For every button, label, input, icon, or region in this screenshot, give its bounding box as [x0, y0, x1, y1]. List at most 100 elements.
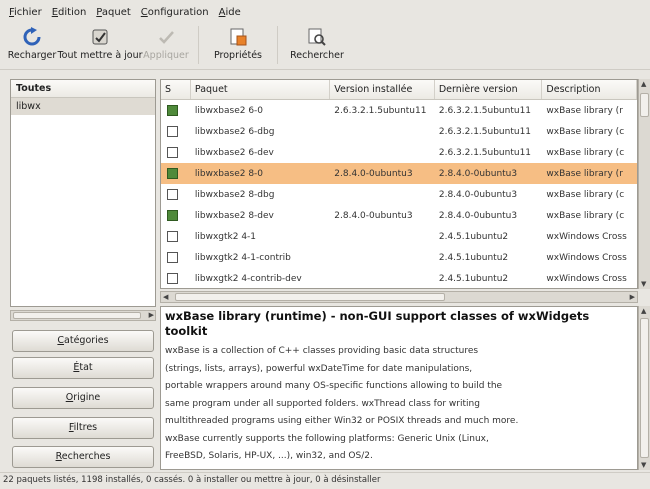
package-name-cell: libwxbase2 6-dev	[194, 147, 274, 158]
column-header-package[interactable]: Paquet	[191, 80, 331, 99]
package-table-hscrollbar[interactable]: ◀ ▶	[160, 291, 638, 303]
searches-button[interactable]: Recherches	[12, 446, 154, 468]
description-cell: wxWindows Cross	[546, 273, 627, 284]
scrollbar-thumb[interactable]	[640, 93, 649, 117]
package-table-vscrollbar[interactable]: ▲ ▼	[638, 79, 650, 289]
properties-button[interactable]: Propriétés	[205, 24, 271, 66]
table-row[interactable]: libwxgtk2 4-1-contrib 2.4.5.1ubuntu2 wxWin…	[161, 247, 637, 268]
apply-button[interactable]: Appliquer	[140, 24, 192, 66]
column-header-status[interactable]: S	[161, 80, 191, 99]
column-header-description[interactable]: Description	[542, 80, 637, 99]
description-line: wxBase currently supports the following …	[165, 433, 489, 444]
menu-edition[interactable]: Edition	[47, 7, 92, 18]
table-row[interactable]: libwxgtk2 4-contrib-dev 2.4.5.1ubuntu2 wxW…	[161, 268, 637, 288]
section-list: Toutes libwx	[10, 79, 156, 307]
column-header-installed-version[interactable]: Version installée	[330, 80, 435, 99]
package-checkbox[interactable]	[167, 273, 178, 284]
installed-version-cell: 2.6.3.2.1.5ubuntu11	[334, 105, 427, 116]
status-cell	[161, 147, 191, 158]
latest-version-cell: 2.8.4.0-0ubuntu3	[438, 189, 518, 200]
section-list-header[interactable]: Toutes	[11, 80, 155, 98]
description-vscrollbar[interactable]: ▲ ▼	[638, 306, 650, 470]
package-table-body: libwxbase2 6-0 2.6.3.2.1.5ubuntu11 2.6.3.2…	[161, 100, 637, 288]
package-checkbox[interactable]	[167, 126, 178, 137]
origin-button[interactable]: Origine	[12, 387, 154, 409]
apply-icon	[155, 26, 177, 48]
toolbar: Recharger Tout mettre à jour Appliquer P…	[0, 24, 650, 70]
scroll-right-arrow-icon[interactable]: ▶	[630, 293, 635, 301]
table-row[interactable]: libwxbase2 6-0 2.6.3.2.1.5ubuntu11 2.6.3.2…	[161, 100, 637, 121]
scrollbar-thumb[interactable]	[175, 293, 445, 301]
menu-paquet[interactable]: Paquet	[91, 7, 135, 18]
filters-button[interactable]: Filtres	[12, 417, 154, 439]
description-line: portable wrappers around many OS-specifi…	[165, 381, 503, 391]
latest-version-cell: 2.6.3.2.1.5ubuntu11	[438, 105, 532, 116]
latest-version-cell: 2.4.5.1ubuntu2	[438, 231, 509, 242]
package-checkbox[interactable]	[167, 105, 178, 116]
installed-version-cell: 2.8.4.0-0ubuntu3	[334, 168, 413, 179]
description-cell: wxBase library (r	[546, 105, 623, 116]
description-line: (strings, lists, arrays), powerful wxDat…	[165, 363, 473, 374]
package-name-cell: libwxgtk2 4-1-contrib	[194, 252, 291, 263]
column-header-latest-version[interactable]: Dernière version	[435, 80, 543, 99]
scroll-up-arrow-icon[interactable]: ▲	[641, 80, 646, 88]
menu-aide[interactable]: Aide	[214, 7, 246, 18]
scrollbar-thumb[interactable]	[13, 312, 141, 319]
latest-version-cell: 2.8.4.0-0ubuntu3	[438, 210, 518, 221]
package-checkbox[interactable]	[167, 252, 178, 263]
scroll-right-arrow-icon[interactable]: ▶	[149, 311, 154, 319]
latest-version-cell: 2.4.5.1ubuntu2	[438, 252, 509, 263]
status-cell	[161, 252, 191, 263]
status-cell	[161, 273, 191, 284]
package-table: S Paquet Version installée Dernière vers…	[160, 79, 638, 289]
description-cell: wxBase library (c	[546, 189, 625, 200]
package-checkbox[interactable]	[167, 189, 178, 200]
package-checkbox[interactable]	[167, 210, 178, 221]
installed-version-cell: 2.8.4.0-0ubuntu3	[334, 210, 413, 221]
menubar: Fichier Edition Paquet Configuration Aid…	[0, 0, 650, 24]
upgrade-all-icon	[89, 26, 111, 48]
status-button[interactable]: État	[12, 357, 154, 379]
table-row[interactable]: libwxbase2 6-dbg 2.6.3.2.1.5ubuntu11 wxBas…	[161, 121, 637, 142]
description-cell: wxBase library (c	[546, 210, 625, 221]
menu-configuration[interactable]: Configuration	[136, 7, 214, 18]
scroll-up-arrow-icon[interactable]: ▲	[641, 307, 646, 315]
reload-button[interactable]: Recharger	[4, 24, 60, 66]
search-button[interactable]: Rechercher	[284, 24, 350, 66]
scrollbar-thumb[interactable]	[640, 318, 649, 458]
package-checkbox[interactable]	[167, 147, 178, 158]
reload-icon	[21, 26, 43, 48]
table-row[interactable]: libwxbase2 8-dev 2.8.4.0-0ubuntu3 2.8.4.0-…	[161, 205, 637, 226]
menu-fichier[interactable]: Fichier	[4, 7, 47, 18]
table-row[interactable]: libwxbase2 8-dbg 2.8.4.0-0ubuntu3 wxBase l…	[161, 184, 637, 205]
table-row[interactable]: libwxgtk2 4-1 2.4.5.1ubuntu2 wxWindows Cro…	[161, 226, 637, 247]
package-table-header: S Paquet Version installée Dernière vers…	[161, 80, 637, 100]
status-cell	[161, 189, 191, 200]
description-cell: wxBase library (c	[546, 147, 625, 158]
toolbar-separator	[277, 26, 278, 64]
search-icon	[306, 26, 328, 48]
scroll-left-arrow-icon[interactable]: ◀	[163, 293, 168, 301]
section-list-item[interactable]: libwx	[11, 98, 155, 115]
package-name-cell: libwxbase2 6-dbg	[194, 126, 275, 137]
description-line: same program under all supported folders…	[165, 398, 480, 409]
table-row[interactable]: libwxbase2 8-0 2.8.4.0-0ubuntu3 2.8.4.0-0u…	[161, 163, 637, 184]
upgrade-all-button[interactable]: Tout mettre à jour	[57, 24, 143, 66]
properties-icon	[227, 26, 249, 48]
description-line: FreeBSD, Solaris, HP-UX, ...), win32, an…	[165, 451, 373, 461]
package-checkbox[interactable]	[167, 168, 178, 179]
status-bar: 22 paquets listés, 1198 installés, 0 cas…	[0, 472, 650, 489]
toolbar-separator	[198, 26, 199, 64]
description-cell: wxWindows Cross	[546, 252, 627, 263]
section-list-hscrollbar[interactable]: ▶	[10, 310, 156, 321]
scroll-down-arrow-icon[interactable]: ▼	[641, 461, 646, 469]
table-row[interactable]: libwxbase2 6-dev 2.6.3.2.1.5ubuntu11 wxBas…	[161, 142, 637, 163]
package-checkbox[interactable]	[167, 231, 178, 242]
latest-version-cell: 2.6.3.2.1.5ubuntu11	[438, 147, 532, 158]
scroll-down-arrow-icon[interactable]: ▼	[641, 280, 646, 288]
status-cell	[161, 105, 191, 116]
categories-button[interactable]: Catégories	[12, 330, 154, 352]
description-body: wxBase is a collection of C++ classes pr…	[165, 343, 633, 466]
latest-version-cell: 2.6.3.2.1.5ubuntu11	[438, 126, 532, 137]
latest-version-cell: 2.8.4.0-0ubuntu3	[438, 168, 518, 179]
